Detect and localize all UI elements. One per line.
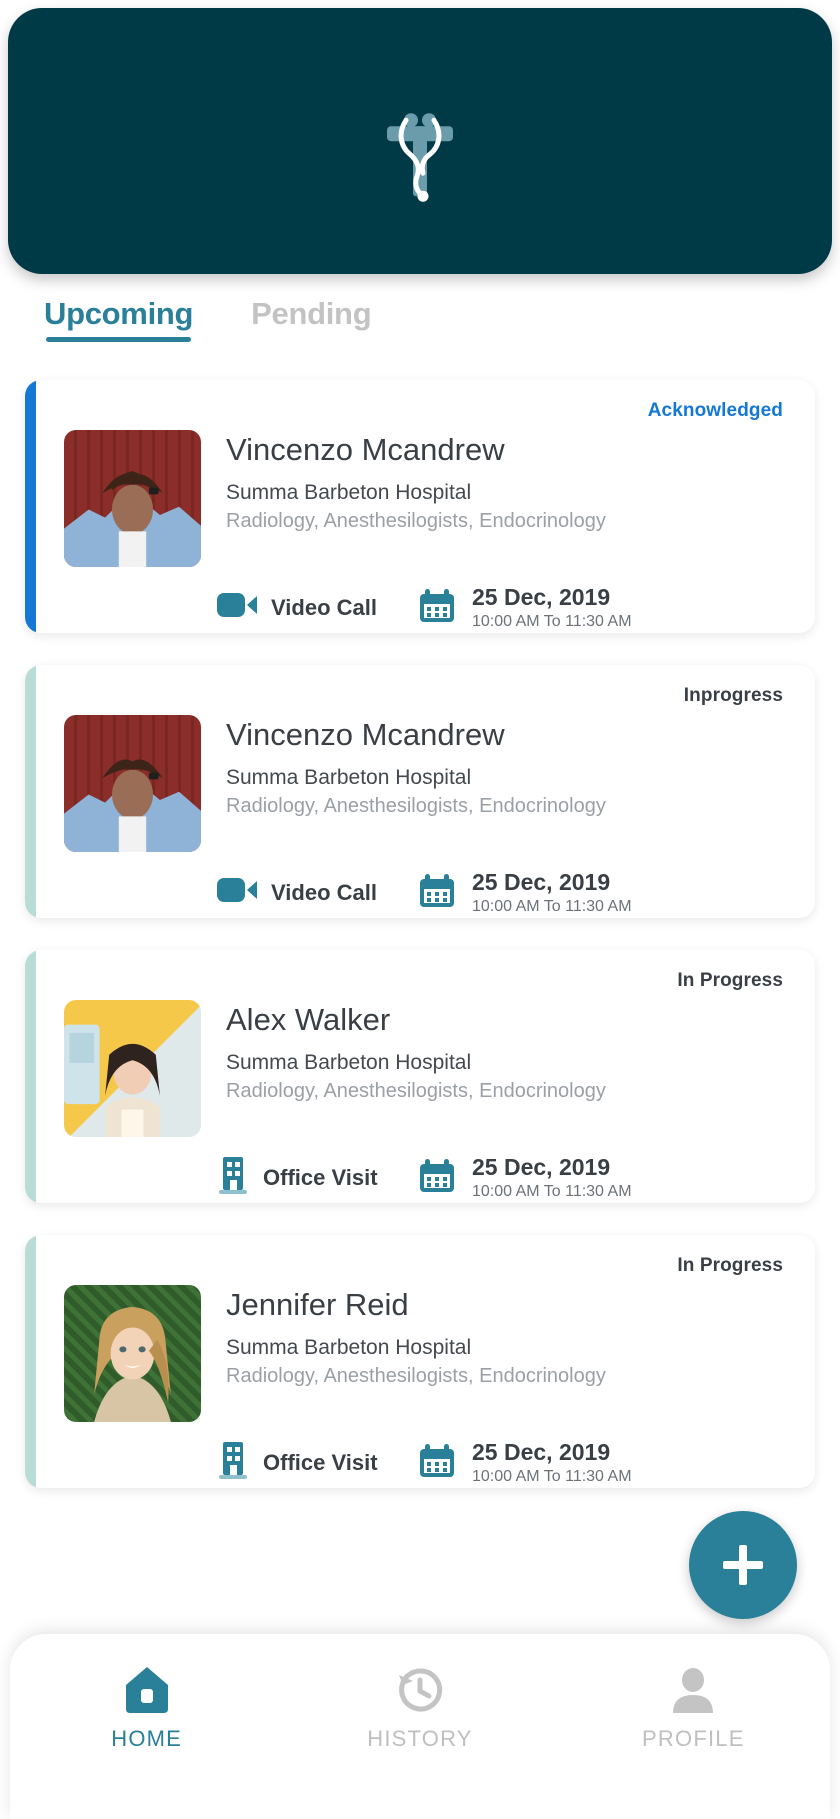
calendar-icon xyxy=(417,1155,457,1200)
patient-name: Vincenzo Mcandrew xyxy=(226,432,505,467)
app-screen: Upcoming Pending Acknowledged Vincenzo M… xyxy=(0,0,840,1819)
plus-icon xyxy=(723,1545,763,1585)
date-value: 25 Dec, 2019 xyxy=(472,1154,611,1180)
visit-mode: Video Call xyxy=(217,590,417,625)
status-badge: In Progress xyxy=(677,1255,783,1276)
appointment-card[interactable]: Acknowledged Vincenzo Mcandrew Summa Bar… xyxy=(25,380,815,633)
card-accent-bar xyxy=(25,665,36,918)
card-accent-bar xyxy=(25,1235,36,1488)
appointment-info: Vincenzo Mcandrew Summa Barbeton Hospita… xyxy=(201,715,606,852)
card-accent-bar xyxy=(25,380,36,633)
time-range: 10:00 AM To 11:30 AM xyxy=(472,1467,632,1485)
card-top-row: Vincenzo Mcandrew Summa Barbeton Hospita… xyxy=(64,715,783,852)
appointment-date: 25 Dec, 2019 10:00 AM To 11:30 AM xyxy=(417,584,632,631)
calendar-icon xyxy=(417,1440,457,1485)
nav-item-home[interactable]: HOME xyxy=(10,1662,283,1819)
stethoscope-cross-logo-icon xyxy=(360,88,480,208)
nav-item-profile[interactable]: PROFILE xyxy=(557,1662,830,1819)
appointment-card[interactable]: Inprogress Vincenzo Mcandrew Summa Barbe… xyxy=(25,665,815,918)
avatar xyxy=(64,715,201,852)
card-content: Acknowledged Vincenzo Mcandrew Summa Bar… xyxy=(36,380,815,633)
tab-upcoming[interactable]: Upcoming xyxy=(44,296,193,342)
visit-mode-label: Office Visit xyxy=(263,1449,378,1475)
card-content: In Progress Jennifer Reid Summa Barbeton… xyxy=(36,1235,815,1488)
card-top-row: Jennifer Reid Summa Barbeton Hospital Ra… xyxy=(64,1285,783,1422)
card-meta-row: Video Call 25 Dec, 2019 10:00 AM To 11:3… xyxy=(64,584,783,631)
specialties: Radiology, Anesthesilogists, Endocrinolo… xyxy=(226,1364,606,1387)
date-value: 25 Dec, 2019 xyxy=(472,584,611,610)
card-meta-row: Office Visit 25 Dec, 2019 10:00 AM To 11… xyxy=(64,1439,783,1486)
video-call-icon xyxy=(217,590,257,625)
visit-mode: Office Visit xyxy=(217,1155,417,1200)
bottom-navigation: HOME HISTORY PROFILE xyxy=(10,1634,830,1819)
avatar xyxy=(64,1000,201,1137)
patient-name: Alex Walker xyxy=(226,1002,391,1037)
hospital-name: Summa Barbeton Hospital xyxy=(226,1335,472,1359)
date-text: 25 Dec, 2019 10:00 AM To 11:30 AM xyxy=(472,1439,632,1486)
card-top-row: Alex Walker Summa Barbeton Hospital Radi… xyxy=(64,1000,783,1137)
status-badge: Acknowledged xyxy=(647,400,783,421)
date-value: 25 Dec, 2019 xyxy=(472,1439,611,1465)
appointment-date: 25 Dec, 2019 10:00 AM To 11:30 AM xyxy=(417,1439,632,1486)
appointment-info: Vincenzo Mcandrew Summa Barbeton Hospita… xyxy=(201,430,606,567)
card-meta-row: Video Call 25 Dec, 2019 10:00 AM To 11:3… xyxy=(64,869,783,916)
visit-mode-label: Video Call xyxy=(271,879,377,905)
card-top-row: Vincenzo Mcandrew Summa Barbeton Hospita… xyxy=(64,430,783,567)
status-badge: In Progress xyxy=(677,970,783,991)
video-call-icon xyxy=(217,875,257,910)
appointment-card[interactable]: In Progress Alex Walker Summa Barbeton H… xyxy=(25,950,815,1203)
time-range: 10:00 AM To 11:30 AM xyxy=(472,612,632,630)
hospital-name: Summa Barbeton Hospital xyxy=(226,765,472,789)
date-text: 25 Dec, 2019 10:00 AM To 11:30 AM xyxy=(472,584,632,631)
appointment-date: 25 Dec, 2019 10:00 AM To 11:30 AM xyxy=(417,869,632,916)
office-building-icon xyxy=(217,1155,249,1200)
nav-label-home: HOME xyxy=(111,1726,183,1751)
status-badge: Inprogress xyxy=(683,685,783,706)
nav-label-profile: PROFILE xyxy=(642,1726,745,1751)
time-range: 10:00 AM To 11:30 AM xyxy=(472,1182,632,1200)
history-clock-icon xyxy=(393,1662,447,1718)
office-building-icon xyxy=(217,1440,249,1485)
appointment-date: 25 Dec, 2019 10:00 AM To 11:30 AM xyxy=(417,1154,632,1201)
person-icon xyxy=(666,1662,720,1718)
card-accent-bar xyxy=(25,950,36,1203)
date-text: 25 Dec, 2019 10:00 AM To 11:30 AM xyxy=(472,1154,632,1201)
specialties: Radiology, Anesthesilogists, Endocrinolo… xyxy=(226,1079,606,1102)
avatar xyxy=(64,430,201,567)
appointment-info: Jennifer Reid Summa Barbeton Hospital Ra… xyxy=(201,1285,606,1422)
visit-mode: Video Call xyxy=(217,875,417,910)
appointment-info: Alex Walker Summa Barbeton Hospital Radi… xyxy=(201,1000,606,1137)
hospital-name: Summa Barbeton Hospital xyxy=(226,1050,472,1074)
app-header xyxy=(8,8,832,274)
specialties: Radiology, Anesthesilogists, Endocrinolo… xyxy=(226,794,606,817)
nav-item-history[interactable]: HISTORY xyxy=(283,1662,556,1819)
calendar-icon xyxy=(417,585,457,630)
patient-name: Vincenzo Mcandrew xyxy=(226,717,505,752)
date-value: 25 Dec, 2019 xyxy=(472,869,611,895)
date-text: 25 Dec, 2019 10:00 AM To 11:30 AM xyxy=(472,869,632,916)
visit-mode: Office Visit xyxy=(217,1440,417,1485)
appointment-card[interactable]: In Progress Jennifer Reid Summa Barbeton… xyxy=(25,1235,815,1488)
avatar xyxy=(64,1285,201,1422)
add-appointment-button[interactable] xyxy=(689,1511,797,1619)
time-range: 10:00 AM To 11:30 AM xyxy=(472,897,632,915)
hospital-name: Summa Barbeton Hospital xyxy=(226,480,472,504)
card-meta-row: Office Visit 25 Dec, 2019 10:00 AM To 11… xyxy=(64,1154,783,1201)
calendar-icon xyxy=(417,870,457,915)
nav-label-history: HISTORY xyxy=(367,1726,473,1751)
home-icon xyxy=(120,1662,174,1718)
card-content: Inprogress Vincenzo Mcandrew Summa Barbe… xyxy=(36,665,815,918)
card-content: In Progress Alex Walker Summa Barbeton H… xyxy=(36,950,815,1203)
patient-name: Jennifer Reid xyxy=(226,1287,409,1322)
visit-mode-label: Video Call xyxy=(271,594,377,620)
specialties: Radiology, Anesthesilogists, Endocrinolo… xyxy=(226,509,606,532)
tab-bar: Upcoming Pending xyxy=(0,296,840,370)
tab-pending[interactable]: Pending xyxy=(251,296,371,342)
visit-mode-label: Office Visit xyxy=(263,1164,378,1190)
